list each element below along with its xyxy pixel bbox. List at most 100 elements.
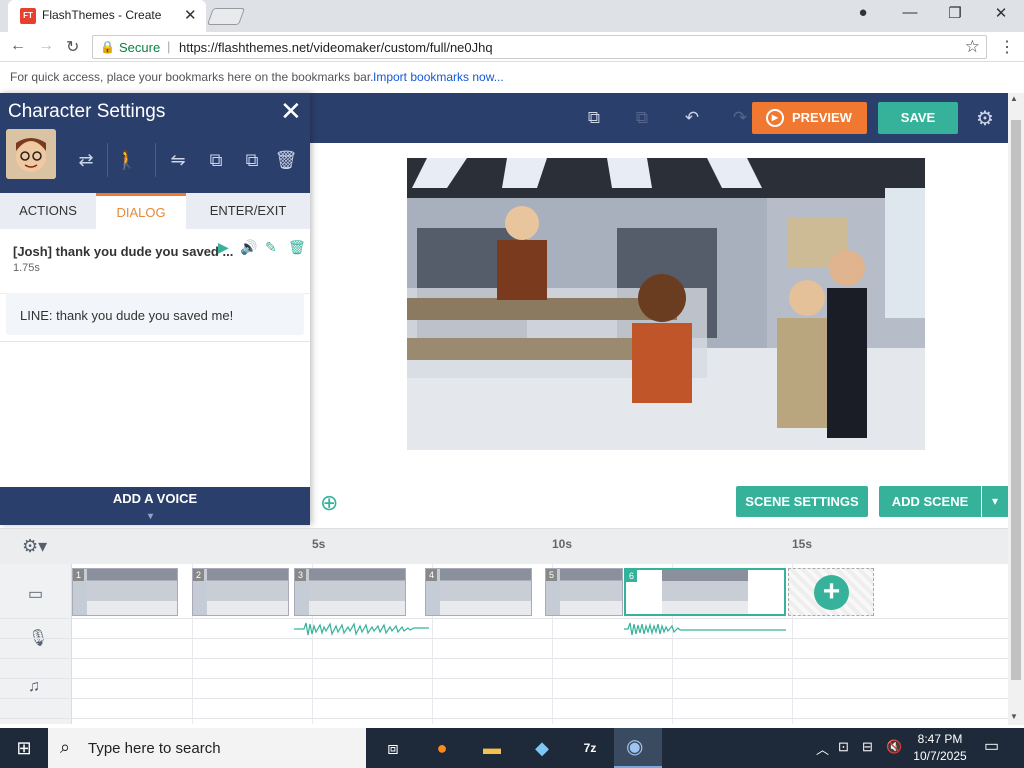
profile-icon[interactable]: ● <box>848 4 878 21</box>
reload-icon[interactable]: ↻ <box>66 37 79 57</box>
scene-number: 2 <box>193 569 204 581</box>
panel-title: Character Settings <box>8 101 166 122</box>
browser-tab[interactable]: FT FlashThemes - Create ✕ <box>8 0 206 32</box>
clock-time: 8:47 PM <box>917 732 963 746</box>
swap-character-icon[interactable]: ⇄ <box>74 150 98 174</box>
track-divider <box>0 718 1008 719</box>
timeline-scene[interactable]: 1 <box>72 568 178 616</box>
chrome-taskbar-button[interactable]: ◉ <box>614 728 662 768</box>
chevron-down-icon: ▾ <box>148 511 154 522</box>
security-icon[interactable]: ⊡ <box>838 739 849 755</box>
scene-thumbnail <box>662 570 748 614</box>
save-button[interactable]: SAVE <box>878 102 958 134</box>
scroll-down-arrow-icon[interactable]: ▼ <box>1010 712 1018 721</box>
copy-character-icon[interactable]: ⧉ <box>204 150 228 174</box>
timeline-scene[interactable]: 3 <box>294 568 406 616</box>
add-voice-button[interactable]: ADD A VOICE ▾ <box>0 487 310 525</box>
tray-chevron-icon[interactable]: ︿ <box>816 739 829 758</box>
dialog-line-text: LINE: thank you dude you saved me! <box>20 308 234 323</box>
tab-title: FlashThemes - Create <box>42 8 162 22</box>
paste-character-icon[interactable]: ⧉ <box>240 150 264 174</box>
timeline-add-scene-button[interactable]: + <box>788 568 874 616</box>
panel-header: Character Settings ✕ ⇄ 🚶 ⇋ ⧉ ⧉ 🗑 <box>0 93 310 193</box>
taskbar-search[interactable]: ⌕ Type here to search <box>48 728 366 768</box>
taskbar-clock[interactable]: 8:47 PM 10/7/2025 <box>910 731 970 765</box>
trash-icon[interactable]: 🗑 <box>288 239 306 256</box>
tab-enter-exit[interactable]: ENTER/EXIT <box>186 193 310 229</box>
flip-icon[interactable]: ⇋ <box>166 150 190 174</box>
character-avatar[interactable] <box>6 129 56 179</box>
timeline-scene[interactable]: 2 <box>192 568 289 616</box>
secure-label: Secure <box>119 40 161 55</box>
scene-canvas[interactable] <box>407 158 925 450</box>
play-icon[interactable]: ▶ <box>218 239 229 256</box>
import-bookmarks-link[interactable]: Import bookmarks now... <box>373 70 504 84</box>
timeline-tick: 5s <box>312 537 326 551</box>
add-scene-button[interactable]: ADD SCENE <box>879 486 981 517</box>
url-text[interactable]: https://flashthemes.net/videomaker/custo… <box>179 40 493 55</box>
track-divider <box>0 658 1008 659</box>
minimize-button[interactable]: — <box>895 4 925 21</box>
paste-icon[interactable]: ⧉ <box>632 108 652 128</box>
scene-settings-button[interactable]: SCENE SETTINGS <box>736 486 868 517</box>
plus-icon: + <box>814 575 849 610</box>
undo-icon[interactable]: ↶ <box>682 108 702 128</box>
network-icon[interactable]: ⊟ <box>862 739 873 755</box>
video-camera-icon: ▭ <box>28 586 44 603</box>
audio-waveform[interactable] <box>624 620 786 638</box>
scene-thumbnail <box>560 569 622 615</box>
close-panel-icon[interactable]: ✕ <box>280 96 302 127</box>
chrome-icon: ◉ <box>626 736 644 758</box>
tab-dialog[interactable]: DIALOG <box>96 193 186 229</box>
scene-number: 3 <box>295 569 306 581</box>
scroll-up-arrow-icon[interactable]: ▲ <box>1010 94 1018 103</box>
scene-illustration <box>407 158 925 450</box>
scrollbar-thumb[interactable] <box>1011 120 1021 680</box>
character-settings-panel: Character Settings ✕ ⇄ 🚶 ⇋ ⧉ ⧉ 🗑 ACTIONS… <box>0 93 310 525</box>
windows-start-icon[interactable]: ⊞ <box>0 728 48 768</box>
timeline-scene[interactable]: 4 <box>425 568 532 616</box>
settings-gear-icon[interactable]: ⚙ <box>976 106 994 131</box>
7zip-icon[interactable]: 7z <box>575 734 605 762</box>
preview-button[interactable]: ▶ PREVIEW <box>752 102 867 134</box>
scene-thumbnail <box>207 569 288 615</box>
firefox-icon[interactable]: ● <box>427 734 457 762</box>
maximize-button[interactable]: ❐ <box>940 4 970 22</box>
scene-thumbnail <box>440 569 531 615</box>
timeline-scene-selected[interactable]: 6 <box>624 568 786 616</box>
panel-tabs: ACTIONS DIALOG ENTER/EXIT <box>0 193 310 229</box>
timeline-scene[interactable]: 5 <box>545 568 623 616</box>
timeline-tick: 15s <box>792 537 813 551</box>
delete-icon[interactable]: 🗑 <box>274 150 298 174</box>
notifications-icon[interactable]: ▭ <box>984 736 999 756</box>
bookmark-star-icon[interactable]: ☆ <box>965 37 980 57</box>
volume-muted-icon[interactable]: 🔇 <box>886 739 902 755</box>
edit-icon[interactable]: ✎ <box>265 239 277 256</box>
browser-menu-icon[interactable]: ⋮ <box>999 37 1015 57</box>
audio-waveform[interactable] <box>294 620 429 638</box>
new-tab-button[interactable] <box>206 8 246 25</box>
close-tab-icon[interactable]: ✕ <box>184 6 197 24</box>
add-scene-dropdown-icon[interactable]: ▾ <box>982 486 1008 517</box>
redo-icon[interactable]: ↷ <box>730 108 750 128</box>
add-voice-label: ADD A VOICE <box>112 491 198 506</box>
forward-icon[interactable]: → <box>38 37 54 55</box>
file-explorer-icon[interactable]: ▬ <box>477 734 507 762</box>
dialog-line-box[interactable]: LINE: thank you dude you saved me! <box>6 293 304 335</box>
copy-icon[interactable]: ⧉ <box>584 108 604 128</box>
music-note-icon: ♫ <box>28 678 40 695</box>
zoom-in-icon[interactable]: ⊕ <box>320 490 338 516</box>
lock-icon: 🔒 <box>100 40 115 54</box>
task-view-icon[interactable]: ⧈ <box>378 734 408 762</box>
back-icon[interactable]: ← <box>10 37 26 55</box>
walk-motion-icon[interactable]: 🚶 <box>115 150 139 174</box>
clock-date: 10/7/2025 <box>913 749 967 763</box>
omnibox[interactable]: 🔒 Secure | https://flashthemes.net/video… <box>92 35 987 59</box>
timeline-header <box>0 528 1008 564</box>
dialog-list-item[interactable]: [Josh] thank you dude you saved ... 1.75… <box>0 229 310 294</box>
close-window-button[interactable]: ✕ <box>986 4 1016 22</box>
app-icon[interactable]: ◆ <box>527 734 557 762</box>
tab-actions[interactable]: ACTIONS <box>0 193 96 229</box>
volume-icon[interactable]: 🔊 <box>240 239 257 256</box>
timeline-settings-gear-icon[interactable]: ⚙▾ <box>22 536 47 557</box>
